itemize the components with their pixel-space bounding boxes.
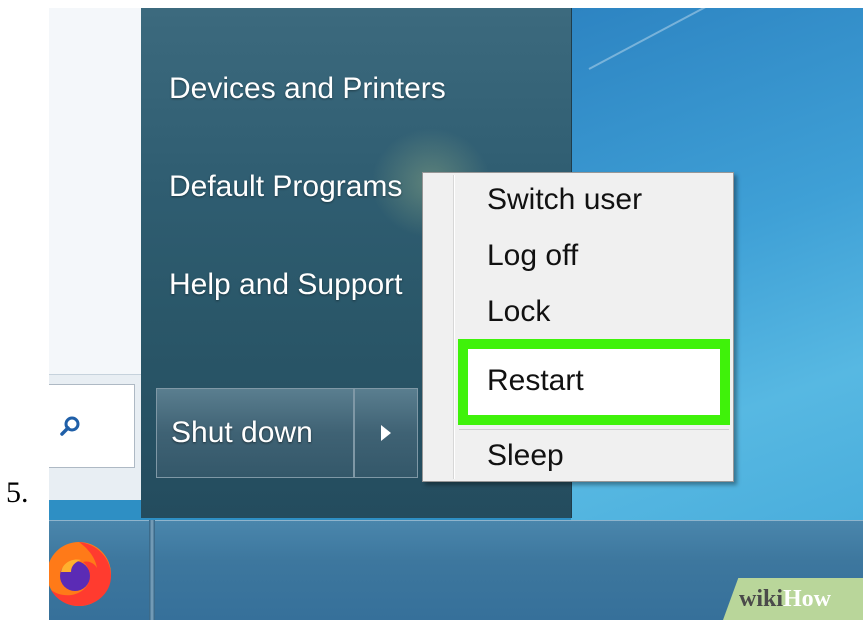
menu-separator [459, 429, 729, 430]
default-programs-link[interactable]: Default Programs [169, 170, 402, 204]
step-number: 5. [6, 476, 29, 509]
menu-item-sleep[interactable]: Sleep [487, 439, 564, 473]
windows-start-menu-screenshot: Devices and Printers Default Programs He… [49, 8, 863, 620]
menu-item-restart[interactable]: Restart [487, 364, 584, 398]
menu-item-lock[interactable]: Lock [487, 295, 550, 329]
search-box[interactable] [49, 384, 135, 468]
shut-down-options-button[interactable] [354, 388, 418, 478]
shut-down-label: Shut down [171, 416, 313, 449]
chevron-right-icon [381, 425, 391, 441]
wikihow-watermark: wikiHow [739, 586, 832, 612]
firefox-icon[interactable] [49, 532, 119, 612]
menu-gutter-highlight [454, 175, 455, 479]
program-list-area [49, 8, 141, 375]
shut-down-button[interactable]: Shut down [156, 388, 354, 478]
power-options-menu: Switch user Log off Lock Restart Sleep [422, 172, 734, 482]
help-and-support-link[interactable]: Help and Support [169, 268, 403, 302]
search-icon [60, 416, 80, 436]
devices-and-printers-link[interactable]: Devices and Printers [169, 72, 446, 106]
menu-item-switch-user[interactable]: Switch user [487, 183, 642, 217]
taskbar-divider [149, 520, 155, 620]
start-menu-left-panel [49, 8, 142, 500]
menu-item-log-off[interactable]: Log off [487, 239, 578, 273]
